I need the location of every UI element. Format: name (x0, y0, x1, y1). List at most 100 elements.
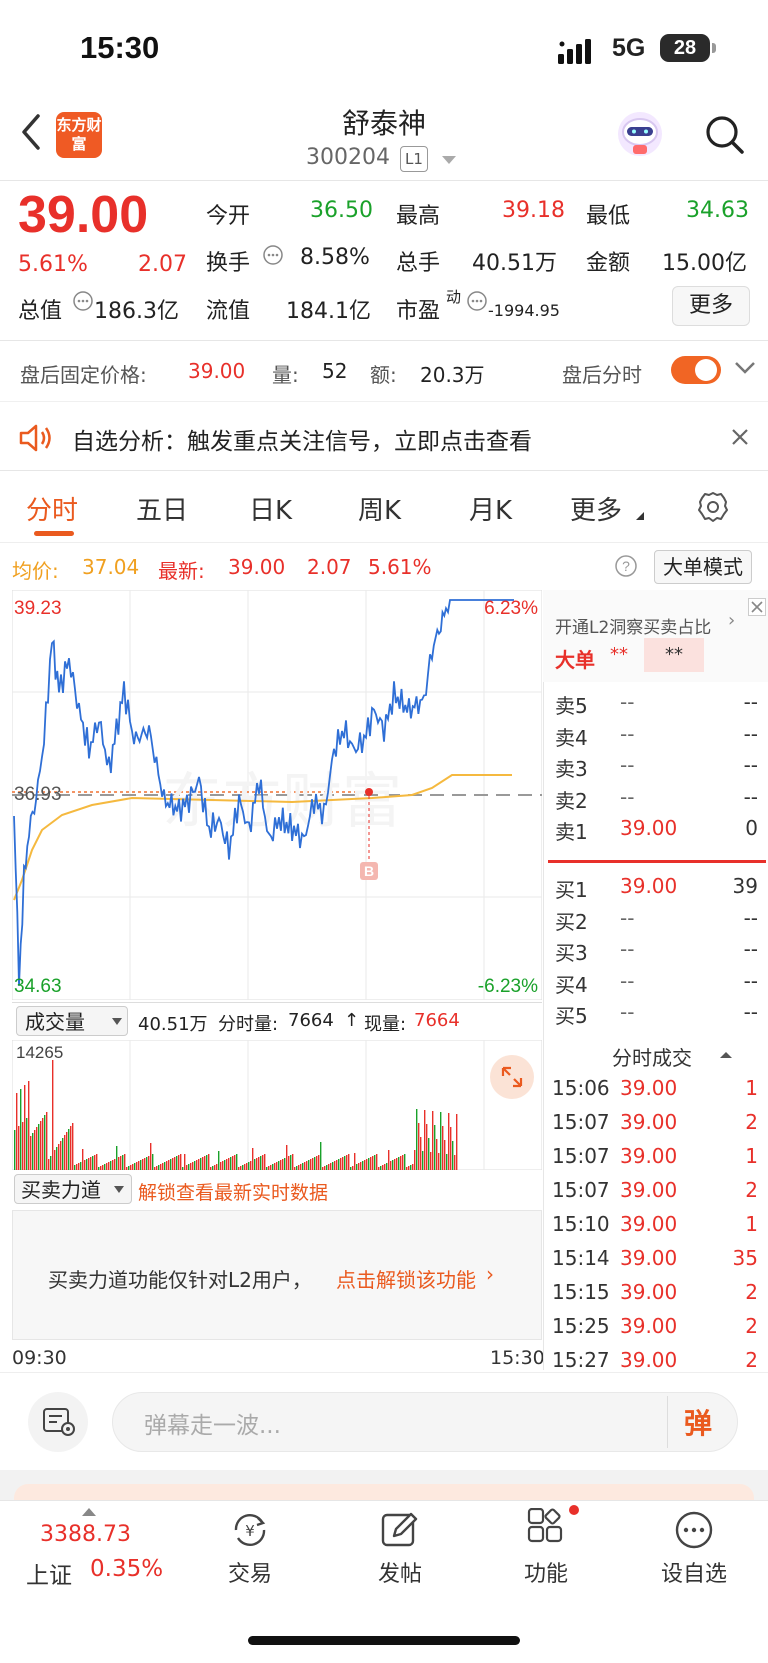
robot-assistant-icon[interactable] (614, 108, 666, 160)
volume-bar (404, 1154, 406, 1170)
volume-bar (52, 1060, 54, 1170)
send-barrage-button[interactable]: 弹 (684, 1402, 712, 1442)
volume-bar (86, 1159, 88, 1170)
low-label: 最低 (586, 204, 631, 229)
nav-trade[interactable]: 交易 (205, 1556, 295, 1588)
volume-bar (26, 1118, 28, 1170)
post-icon[interactable] (378, 1508, 422, 1552)
volume-bar (444, 1140, 446, 1170)
volume-bar (422, 1151, 424, 1170)
tab-intraday[interactable]: 分时 (26, 490, 78, 527)
index-value[interactable]: 3388.73 (40, 1522, 131, 1547)
intraday-price-chart[interactable]: 东方财富 B 39.23 36.93 34.63 6.23% -6.23% (12, 590, 542, 1000)
volume-bar (312, 1158, 314, 1170)
tab-daily-k[interactable]: 日K (249, 490, 292, 527)
volume-bar (328, 1164, 330, 1170)
sell-level-label: 卖2 (555, 788, 588, 813)
volume-bar (184, 1154, 186, 1170)
volume-bar (154, 1167, 156, 1170)
time-end: 15:30 (490, 1347, 545, 1369)
force-message: 买卖力道功能仅针对L2用户， (48, 1268, 312, 1292)
info-icon[interactable] (262, 244, 284, 266)
now-vol-label: 现量: (364, 1014, 407, 1035)
volume-bar (266, 1167, 268, 1170)
volume-bar (308, 1160, 310, 1170)
more-button[interactable]: 更多 (672, 286, 750, 326)
status-time: 15:30 (80, 30, 160, 65)
volume-bar (428, 1138, 430, 1170)
volume-bar (314, 1157, 316, 1170)
volume-bar (46, 1112, 48, 1170)
close-icon[interactable] (730, 427, 750, 447)
buy-level-label: 买5 (555, 1004, 588, 1028)
nav-functions[interactable]: 功能 (501, 1556, 591, 1588)
volume-bar (306, 1161, 308, 1170)
trade-icon[interactable]: ¥ (228, 1508, 272, 1552)
volume-bar (152, 1154, 154, 1170)
notice-bar[interactable]: 自选分析：触发重点关注信号，立即点击查看 (0, 402, 768, 470)
comment-placeholder: 弹幕走一波... (144, 1413, 281, 1439)
help-icon[interactable]: ? (614, 554, 638, 578)
latest-change: 2.07 (307, 555, 352, 579)
volume-bar (348, 1154, 350, 1170)
buy-level-price: 39.00 (620, 874, 678, 898)
volume-bar (88, 1158, 90, 1170)
home-indicator[interactable] (248, 1636, 520, 1645)
volume-bar (446, 1154, 448, 1170)
sell-level-price: -- (620, 721, 635, 746)
nav-add-watchlist[interactable]: 设自选 (649, 1556, 739, 1588)
close-icon[interactable] (748, 598, 766, 616)
nav-post[interactable]: 发帖 (355, 1556, 445, 1588)
volume-bar (368, 1158, 370, 1170)
info-icon[interactable] (466, 290, 488, 312)
settings-gear-icon[interactable] (696, 490, 730, 524)
volume-bar (178, 1155, 180, 1170)
trade-volume: 1 (745, 1212, 758, 1236)
trades-title[interactable]: 分时成交 (612, 1042, 692, 1071)
tab-five-day[interactable]: 五日 (136, 490, 188, 527)
index-name[interactable]: 上证 (26, 1556, 72, 1590)
unlock-link[interactable]: 解锁查看最新实时数据 (138, 1178, 328, 1205)
volume-bar (220, 1162, 222, 1170)
trade-price: 39.00 (620, 1212, 678, 1236)
open-value: 36.50 (310, 198, 373, 223)
chevron-down-icon[interactable] (734, 360, 756, 376)
volume-bar (50, 1156, 52, 1170)
buy-level-volume: -- (743, 937, 758, 961)
volume-bar (342, 1157, 344, 1170)
info-icon[interactable] (72, 290, 94, 312)
sell-level-label: 卖4 (555, 725, 588, 750)
volume-bar (114, 1159, 116, 1170)
trade-volume: 2 (745, 1314, 758, 1338)
sell-level-volume: -- (743, 721, 758, 746)
chevron-down-icon[interactable] (442, 156, 456, 164)
volume-bar (192, 1162, 194, 1170)
volume-bar (406, 1167, 408, 1170)
search-icon[interactable] (704, 114, 746, 156)
volume-bar (236, 1154, 238, 1170)
big-order-mode-button[interactable]: 大单模式 (654, 550, 752, 584)
trade-price: 39.00 (620, 1348, 678, 1372)
pct-top-label: 6.23% (484, 598, 538, 619)
functions-grid-icon[interactable] (524, 1508, 568, 1552)
volume-bar (358, 1163, 360, 1170)
volume-bar (64, 1135, 66, 1170)
index-pct[interactable]: 0.35% (90, 1556, 163, 1582)
more-dots-icon[interactable] (672, 1508, 716, 1552)
volume-bar (122, 1155, 124, 1170)
caret-up-icon[interactable] (82, 1508, 96, 1516)
volume-bar (58, 1144, 60, 1170)
force-unlock-link[interactable]: 点击解锁该功能 (336, 1264, 476, 1293)
volume-bar (14, 1130, 16, 1170)
chevron-right-icon[interactable]: › (486, 1262, 494, 1286)
volume-bar (258, 1157, 260, 1170)
tab-more[interactable]: 更多 (570, 490, 622, 527)
volume-bar (434, 1125, 436, 1170)
sell-level-price: -- (620, 690, 635, 714)
tab-monthly-k[interactable]: 月K (469, 490, 512, 527)
notification-dot (569, 1505, 579, 1515)
after-switch-label: 盘后分时 (562, 363, 642, 387)
tab-weekly-k[interactable]: 周K (358, 490, 401, 527)
l2-promo-text[interactable]: 开通L2洞察买卖占比 (555, 613, 711, 638)
volume-bar (134, 1163, 136, 1170)
